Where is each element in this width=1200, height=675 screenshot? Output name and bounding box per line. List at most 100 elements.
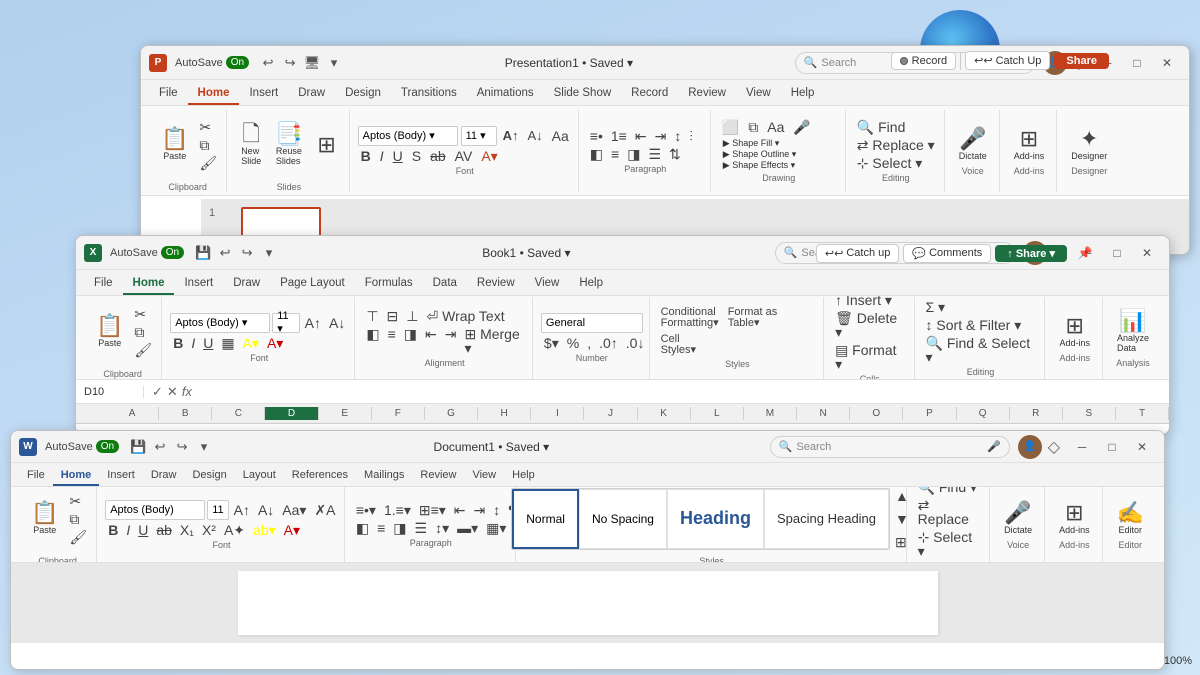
excel-cell-ref[interactable]: D10 (84, 386, 144, 398)
word-decrease-font-icon[interactable]: A↓ (255, 502, 277, 518)
excel-tab-review[interactable]: Review (467, 275, 525, 295)
ppt-tab-animations[interactable]: Animations (467, 85, 544, 105)
ppt-maximize-btn[interactable]: □ (1123, 51, 1151, 75)
excel-format-icon[interactable]: ▤ Format ▾ (832, 342, 907, 372)
ppt-close-btn[interactable]: ✕ (1153, 51, 1181, 75)
ppt-columns-icon[interactable]: ⫶ (686, 128, 696, 144)
ppt-dictate-btn[interactable]: 🎤 Dictate (953, 125, 993, 164)
ppt-dropdown-icon[interactable]: ▾ (627, 56, 633, 70)
ppt-replace-icon[interactable]: ⇄ Replace ▾ (854, 137, 938, 153)
word-italic-icon[interactable]: I (123, 522, 133, 538)
excel-merge-icon[interactable]: ⊞ Merge ▾ (461, 326, 525, 356)
word-style-spacing-heading[interactable]: Spacing Heading (764, 489, 889, 549)
ppt-more-icon[interactable]: ▾ (325, 54, 343, 72)
ppt-bullets-icon[interactable]: ≡• (587, 128, 606, 144)
excel-tab-data[interactable]: Data (423, 275, 467, 295)
excel-col-S[interactable]: S (1063, 407, 1116, 420)
excel-size-selector[interactable]: 11 ▾ (272, 313, 299, 333)
ppt-tab-file[interactable]: File (149, 85, 188, 105)
excel-align-right-icon[interactable]: ◨ (401, 326, 420, 356)
excel-tab-help[interactable]: Help (569, 275, 613, 295)
excel-percent-icon[interactable]: % (564, 335, 582, 351)
excel-underline-icon[interactable]: U (200, 335, 216, 351)
ppt-increase-indent-icon[interactable]: ⇥ (652, 128, 670, 144)
excel-analyze-btn[interactable]: 📊 AnalyzeData (1111, 307, 1155, 356)
excel-col-H[interactable]: H (478, 407, 531, 420)
ppt-tab-slideshow[interactable]: Slide Show (544, 85, 622, 105)
ppt-font-selector[interactable]: Aptos (Body) ▾ (358, 126, 458, 146)
ppt-tab-help[interactable]: Help (781, 85, 825, 105)
word-style-no-spacing[interactable]: No Spacing (579, 489, 667, 549)
word-style-normal[interactable]: Normal (512, 489, 579, 549)
excel-comments-button[interactable]: 💬 Comments (903, 244, 991, 263)
excel-tab-home[interactable]: Home (123, 275, 175, 295)
excel-col-I[interactable]: I (531, 407, 584, 420)
excel-col-Q[interactable]: Q (957, 407, 1010, 420)
word-avatar[interactable]: 👤 (1018, 435, 1042, 459)
ppt-change-case-icon[interactable]: Aa (549, 128, 572, 144)
ppt-align-center-icon[interactable]: ≡ (608, 146, 622, 162)
excel-dropdown-icon[interactable]: ▾ (564, 246, 570, 260)
excel-increase-indent-icon[interactable]: ⇥ (442, 326, 460, 356)
excel-col-T[interactable]: T (1116, 407, 1169, 420)
ppt-find-icon[interactable]: 🔍 Find (854, 119, 938, 135)
word-underline-icon[interactable]: U (135, 522, 151, 538)
excel-maximize-btn[interactable]: □ (1103, 241, 1131, 265)
word-document-page[interactable] (238, 571, 938, 635)
ppt-text-direction-icon[interactable]: ⇅ (666, 146, 684, 162)
ppt-newslide-btn[interactable]: 🗋 NewSlide (235, 120, 267, 169)
ppt-paste-btn[interactable]: 📋 Paste (155, 125, 194, 164)
excel-middle-align-icon[interactable]: ⊟ (384, 308, 402, 324)
word-change-case-icon[interactable]: Aa▾ (279, 502, 309, 518)
word-editor-btn[interactable]: ✍ Editor (1111, 499, 1150, 538)
word-highlight-icon[interactable]: ab▾ (250, 522, 279, 538)
excel-font-selector[interactable]: Aptos (Body) ▾ (170, 313, 270, 333)
excel-italic-icon[interactable]: I (188, 335, 198, 351)
excel-formula-check-icon[interactable]: ✓ (152, 384, 163, 400)
ppt-undo-icon[interactable]: ↩ (259, 54, 277, 72)
excel-formula-fx-icon[interactable]: fx (182, 384, 192, 400)
word-maximize-btn[interactable]: □ (1098, 435, 1126, 459)
excel-addins-btn[interactable]: ⊞ Add-ins (1053, 312, 1096, 351)
word-size-selector[interactable]: 11 (207, 500, 228, 520)
excel-align-center-icon[interactable]: ≡ (385, 326, 399, 356)
word-copilot-icon[interactable]: ◇ (1048, 437, 1060, 457)
excel-increase-decimal-icon[interactable]: .0↑ (596, 335, 621, 351)
ppt-align-left-icon[interactable]: ◧ (587, 146, 606, 162)
word-font-color-icon[interactable]: A▾ (281, 522, 303, 538)
excel-close-btn[interactable]: ✕ (1133, 241, 1161, 265)
word-document-area[interactable] (11, 563, 1164, 643)
excel-tab-pagelayout[interactable]: Page Layout (270, 275, 355, 295)
excel-share-button[interactable]: ↑ Share ▾ (995, 245, 1067, 262)
word-tab-references[interactable]: References (284, 467, 356, 486)
excel-delete-icon[interactable]: 🗑 Delete ▾ (832, 310, 907, 340)
excel-format-table-icon[interactable]: Format asTable▾ (725, 306, 781, 330)
excel-sum-icon[interactable]: Σ ▾ (923, 299, 1039, 315)
word-shading-icon[interactable]: ▬▾ (454, 520, 481, 536)
ppt-underline-icon[interactable]: U (390, 148, 406, 164)
word-copy-icon[interactable]: ⧉ (66, 511, 90, 527)
excel-fill-color-icon[interactable]: A▾ (240, 335, 262, 351)
word-increase-font-icon[interactable]: A↑ (231, 502, 253, 518)
ppt-arrange-icon[interactable]: ⧉ (745, 119, 761, 135)
ppt-tab-insert[interactable]: Insert (239, 85, 288, 105)
excel-col-J[interactable]: J (584, 407, 637, 420)
word-redo-icon[interactable]: ↪ (173, 438, 191, 456)
excel-comma-icon[interactable]: , (584, 335, 594, 351)
excel-cell-styles-icon[interactable]: CellStyles▾ (658, 333, 699, 357)
word-dictate-btn[interactable]: 🎤 Dictate (998, 499, 1038, 538)
excel-tab-insert[interactable]: Insert (174, 275, 223, 295)
ppt-tab-design[interactable]: Design (335, 85, 391, 105)
excel-col-M[interactable]: M (744, 407, 797, 420)
ppt-dictate-icon[interactable]: 🎤 (790, 119, 813, 135)
excel-bottom-align-icon[interactable]: ⊥ (403, 308, 421, 324)
excel-col-P[interactable]: P (903, 407, 956, 420)
excel-decrease-font-icon[interactable]: A↓ (326, 315, 348, 331)
word-select-icon[interactable]: ⊹ Select ▾ (915, 529, 984, 559)
word-style-heading1[interactable]: Heading (667, 489, 764, 549)
word-search-box[interactable]: 🔍 Search 🎤 (770, 436, 1010, 458)
word-more-icon[interactable]: ▾ (195, 438, 213, 456)
ppt-addins-btn[interactable]: ⊞ Add-ins (1008, 125, 1051, 164)
excel-tab-file[interactable]: File (84, 275, 123, 295)
ppt-quick-styles-icon[interactable]: Aa (764, 119, 787, 135)
